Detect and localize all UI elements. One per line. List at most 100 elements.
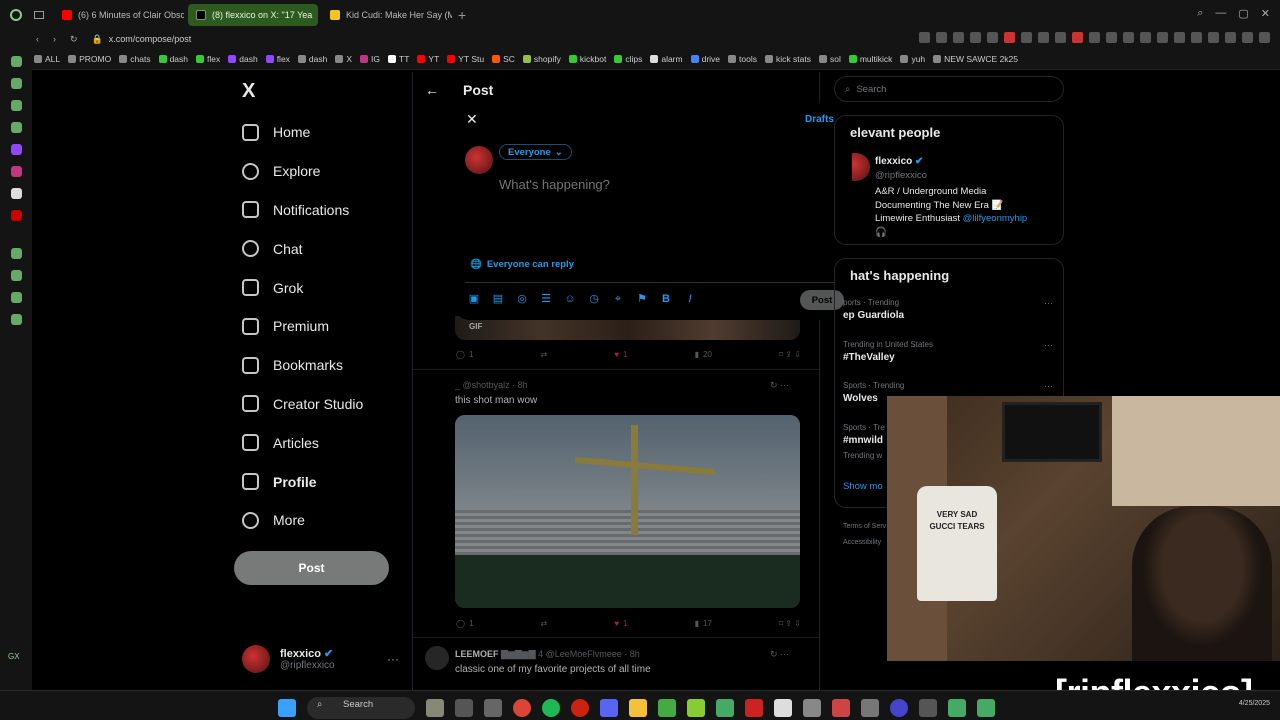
extension-icon[interactable] (1140, 32, 1151, 43)
extensions-icon[interactable] (10, 292, 22, 303)
settings-icon[interactable] (10, 314, 22, 325)
nav-item-grok[interactable]: Grok (242, 268, 363, 307)
extension-icon[interactable] (1157, 32, 1168, 43)
emoji-icon[interactable]: ☺ (564, 293, 576, 305)
extension-icon[interactable] (1106, 32, 1117, 43)
search-bar[interactable]: ⌕ Search (834, 76, 1064, 102)
history-icon[interactable] (10, 270, 22, 281)
views-button[interactable]: ▮ 20 (695, 350, 712, 359)
grok-icon[interactable]: ◎ (516, 293, 528, 305)
location-icon[interactable]: ⌖ (612, 293, 624, 305)
search-tabs-icon[interactable]: ⌕ (1197, 7, 1203, 20)
bookmark-item[interactable]: yuh (900, 54, 925, 64)
extension-icon[interactable] (970, 32, 981, 43)
extension-icon[interactable] (1208, 32, 1219, 43)
bookmark-item[interactable]: dash (297, 54, 327, 64)
app-icon[interactable] (716, 699, 734, 717)
widgets-icon[interactable] (426, 699, 444, 717)
youtube-music-icon[interactable] (10, 210, 22, 221)
media-icon[interactable]: ▣ (468, 293, 480, 305)
close-window-button[interactable]: ✕ (1261, 7, 1270, 20)
tab-youtube[interactable]: (6) 6 Minutes of Clair Obsc (54, 4, 184, 26)
audience-selector[interactable]: Everyone ⌄ (499, 144, 572, 160)
bookmark-item[interactable]: NEW SAWCE 2k25 (933, 54, 1018, 64)
gx-control-icon[interactable] (10, 78, 22, 89)
app-icon[interactable] (745, 699, 763, 717)
file-explorer-icon[interactable] (629, 699, 647, 717)
extension-icon[interactable] (1021, 32, 1032, 43)
system-clock[interactable]: 4/25/2025 (1239, 700, 1270, 707)
accessibility-link[interactable]: Accessibility (843, 535, 886, 551)
sidebar-post-button[interactable]: Post (234, 551, 389, 585)
discord-icon[interactable] (600, 699, 618, 717)
bookmark-item[interactable]: kickbot (568, 54, 606, 64)
extension-icon[interactable] (1174, 32, 1185, 43)
nav-item-articles[interactable]: Articles (242, 423, 363, 462)
nav-item-bookmarks[interactable]: Bookmarks (242, 346, 363, 385)
reload-icon[interactable]: ↻ (70, 34, 78, 45)
extension-icon[interactable] (987, 32, 998, 43)
nav-item-explore[interactable]: Explore (242, 152, 363, 191)
messenger-icon[interactable] (10, 100, 22, 111)
bookmark-item[interactable]: flex (196, 54, 220, 64)
bookmark-item[interactable]: flex (265, 54, 290, 64)
chatgpt-icon[interactable] (803, 699, 821, 717)
bookmark-item[interactable]: alarm (650, 54, 683, 64)
reply-button[interactable]: ◯ 1 (456, 350, 473, 359)
more-options-icon[interactable]: ··· (1044, 381, 1053, 391)
bookmark-item[interactable]: tools (728, 54, 757, 64)
nav-item-creator-studio[interactable]: Creator Studio (242, 385, 363, 424)
nav-item-profile[interactable]: Profile (242, 462, 363, 501)
extension-icon[interactable] (936, 32, 947, 43)
bookmark-item[interactable]: PROMO (68, 54, 111, 64)
bookmark-item[interactable]: dash (228, 54, 258, 64)
avatar[interactable] (425, 646, 449, 670)
tab-overview-icon[interactable] (34, 11, 44, 19)
bookmark-item[interactable]: chats (119, 54, 151, 64)
nav-item-notifications[interactable]: Notifications (242, 191, 363, 230)
extension-icon[interactable] (1038, 32, 1049, 43)
account-switcher[interactable]: flexxico ✔ @ripflexxico (242, 645, 335, 673)
terms-link[interactable]: Terms of Serv (843, 519, 886, 535)
extension-icon[interactable] (1072, 32, 1083, 43)
trend-item[interactable]: ports · Trending ep Guardiola ··· (843, 298, 1053, 321)
repost-button[interactable]: ⇄ (541, 350, 548, 359)
x-logo[interactable]: X (242, 80, 255, 103)
task-view-icon[interactable] (455, 699, 473, 717)
tweet-author[interactable]: LEEMOEF ▇▆▇▆▇ 4 @LeeMoeFlvmeee · 8h (455, 649, 640, 660)
back-icon[interactable]: ‹ (36, 34, 39, 45)
tab-kid-cudi[interactable]: Kid Cudi: Make Her Say (M (322, 4, 452, 26)
nav-item-premium[interactable]: Premium (242, 307, 363, 346)
app-icon[interactable] (948, 699, 966, 717)
close-icon[interactable]: ✕ (466, 111, 478, 128)
app-icon[interactable] (861, 699, 879, 717)
opera-icon[interactable] (571, 699, 589, 717)
bookmark-item[interactable]: multikick (848, 54, 892, 64)
settings-icon[interactable] (484, 699, 502, 717)
x-sidebar-icon[interactable] (10, 188, 22, 199)
bookmark-item[interactable]: ALL (34, 54, 60, 64)
more-options-icon[interactable]: ··· (387, 652, 399, 666)
bookmark-item[interactable]: dash (158, 54, 188, 64)
app-icon[interactable] (977, 699, 995, 717)
taskbar-search[interactable]: ⌕ Search (307, 697, 415, 719)
bio-link[interactable]: @lilfyeonmyhip (963, 213, 1028, 224)
bookmark-item[interactable]: kick stats (765, 54, 811, 64)
chatgpt-icon[interactable] (10, 122, 22, 133)
compose-input[interactable] (499, 177, 819, 192)
maximize-button[interactable]: ▢ (1238, 7, 1248, 20)
xbox-icon[interactable] (658, 699, 676, 717)
nav-item-home[interactable]: Home (242, 113, 363, 152)
bookmark-item[interactable]: shopify (522, 54, 561, 64)
windows-start-icon[interactable] (278, 699, 296, 717)
bookmark-button[interactable]: ⌑ ⇪ ⇩ (779, 619, 801, 628)
bookmark-item[interactable]: YT (417, 54, 439, 64)
bookmark-item[interactable]: clips (614, 54, 642, 64)
extension-icon[interactable] (1089, 32, 1100, 43)
reply-setting-button[interactable]: 🌐 Everyone can reply (470, 259, 574, 270)
app-icon[interactable] (919, 699, 937, 717)
url-field[interactable]: 🔒 x.com/compose/post (92, 34, 192, 45)
extension-icon[interactable] (1055, 32, 1066, 43)
italic-icon[interactable]: I (684, 293, 696, 305)
views-button[interactable]: ▮ 17 (695, 619, 712, 628)
